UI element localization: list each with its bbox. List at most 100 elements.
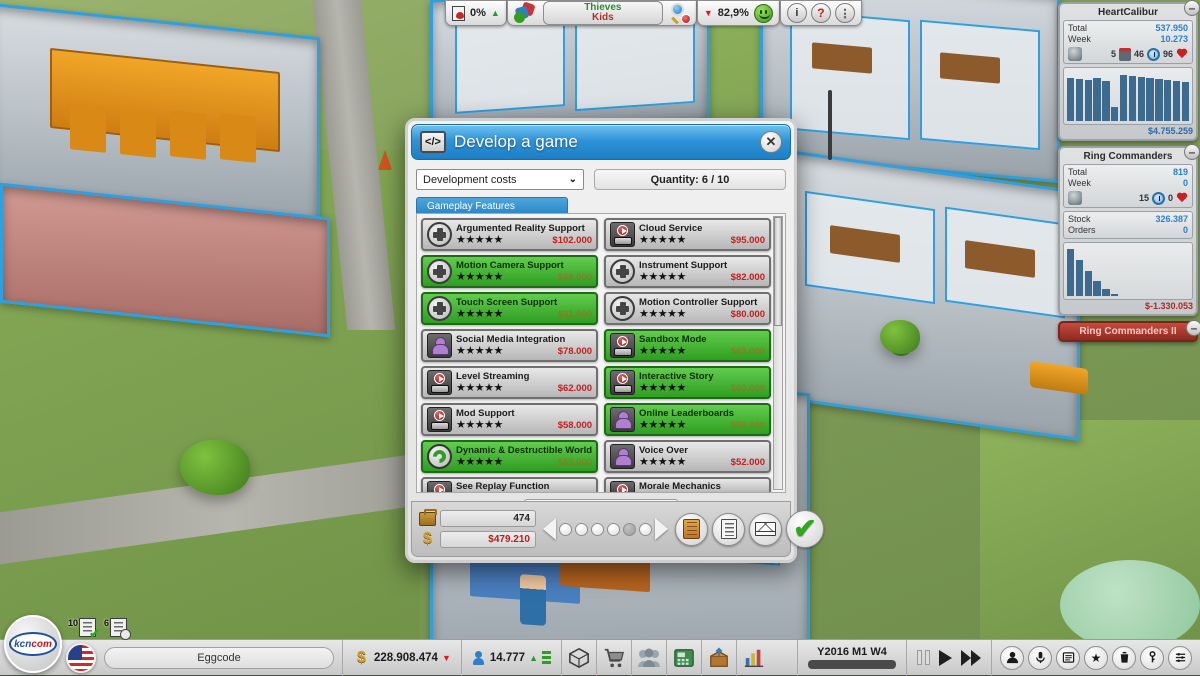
report-button[interactable] [712,512,745,546]
feature-item[interactable]: Level Streaming ★★★★★ $62.000 [421,366,599,399]
stat-value: 0 [1182,178,1188,188]
speed-controls [907,649,991,666]
info-icon[interactable]: i [786,3,807,23]
badge-tasks[interactable]: 10 ✔ [68,618,100,640]
market-trend-icon: ▼ [703,8,713,18]
feature-price: $80.000 [730,309,765,320]
feature-item[interactable]: Voice Over ★★★★★ $52.000 [604,440,771,473]
console-icon [1068,47,1082,61]
product-panel-ringcommanders[interactable]: – Ring Commanders Total 819 Week 0 15 0 … [1058,144,1200,316]
trash-icon[interactable] [1112,645,1136,670]
game-logo[interactable]: kcncom [4,615,62,673]
star-icon[interactable]: ★ [1084,645,1108,670]
collapse-icon[interactable]: – [1184,0,1200,16]
page-dot[interactable] [639,522,652,536]
product-panel-heartcalibur[interactable]: – HeartCalibur Total 537.950 Week 10.273… [1058,0,1200,141]
person-icon[interactable] [1000,645,1024,670]
page-dot[interactable] [559,522,572,536]
feature-list-scroll-area[interactable]: Argumented Reality Support ★★★★★ $102.00… [416,213,786,493]
badge-pending[interactable]: 6 [104,618,132,640]
tab-gameplay-features[interactable]: Gameplay Features [416,197,568,214]
company-indicator[interactable]: Thieves Kids [506,0,697,26]
search-icon[interactable] [670,3,691,25]
dpad-icon [610,296,636,321]
notebook-button[interactable] [675,512,708,546]
pause-button[interactable] [917,650,930,665]
feature-list-scrollbar[interactable] [773,216,783,490]
feature-rating: ★★★★★ [639,234,686,246]
page-dot[interactable] [575,522,588,536]
page-navigator [543,518,668,540]
console-icon [1068,191,1082,205]
feature-item[interactable]: Social Media Integration ★★★★★ $78.000 [421,329,599,362]
badge-count: 6 [104,618,110,628]
top-status-bar: 0% ▲ Thieves Kids ▼ 82,9% i ? ⋮ [445,0,862,26]
key-icon[interactable] [1140,645,1164,670]
phone-icon[interactable] [667,641,701,675]
us-flag-icon[interactable] [66,642,96,673]
media-icon [427,481,452,492]
quantity-display: Quantity: 6 / 10 [594,169,786,190]
feature-item[interactable]: See Replay Function [421,477,599,492]
collapse-icon[interactable]: – [1184,144,1200,160]
collapse-icon[interactable]: – [1186,320,1200,336]
money-indicator[interactable]: $ 228.908.474 ▼ [343,649,461,667]
money-icon: $ [423,530,432,547]
company-name-field[interactable]: Eggcode [104,646,334,669]
help-icon[interactable]: ? [810,3,831,23]
settings-icon[interactable] [1168,645,1192,670]
user-icon [610,444,636,469]
feature-grid: Argumented Reality Support ★★★★★ $102.00… [421,218,771,492]
week-progress-bar [808,660,896,669]
play-button[interactable] [939,649,952,666]
market-share-indicator[interactable]: ▼ 82,9% [696,0,780,26]
help-buttons-group: i ? ⋮ [779,0,862,26]
box-icon[interactable] [702,641,736,675]
clock-count: 46 [1133,49,1144,59]
page-dot[interactable] [607,522,620,536]
feature-item[interactable]: Cloud Service ★★★★★ $95.000 [604,218,771,251]
feature-price: $60.000 [730,383,765,394]
scrollbar-thumb[interactable] [774,217,782,326]
feature-item[interactable]: Mod Support ★★★★★ $58.000 [421,403,599,436]
mail-button[interactable] [749,512,782,546]
feature-rating: ★★★★★ [639,345,686,357]
confirm-button[interactable]: ✔ [786,510,824,548]
feature-item[interactable]: Motion Camera Support ★★★★★ $88.000 [421,255,599,288]
media-icon [610,370,636,395]
panel-title: Ring Commanders [1083,151,1173,162]
people-icon[interactable] [632,641,666,675]
feature-item[interactable]: Motion Controller Support ★★★★★ $80.000 [604,292,771,325]
dialog-footer: 474 $ $479.210 ✔ [411,501,824,557]
stat-label: Week [1068,178,1091,188]
feature-item[interactable]: Touch Screen Support ★★★★★ $81.000 [421,292,599,325]
research-indicator[interactable]: 0% ▲ [445,0,507,26]
feature-item[interactable]: Argumented Reality Support ★★★★★ $102.00… [421,218,599,251]
feature-item[interactable]: Online Leaderboards ★★★★★ $56.000 [604,403,771,436]
fast-forward-button[interactable] [961,649,981,666]
cart-icon[interactable] [597,641,631,675]
feature-item[interactable]: Sandbox Mode ★★★★★ $65.000 [604,329,771,362]
cost-mode-dropdown[interactable]: Development costs ⌄ [416,169,584,190]
sequel-progress-bar[interactable]: Ring Commanders II – [1058,320,1200,342]
statistics-icon[interactable] [737,641,771,675]
population-indicator[interactable]: 14.777 ▲ [462,650,561,665]
next-page-icon[interactable] [655,518,668,540]
page-dot-active[interactable] [623,522,636,536]
list-icon[interactable] [1056,645,1080,670]
menu-icon[interactable]: ⋮ [834,3,855,23]
close-icon[interactable]: ✕ [760,131,782,153]
prev-page-icon[interactable] [543,518,556,540]
feature-item[interactable]: Dynamic & Destructible World ★★★★★ $55.0… [421,440,599,473]
machine [170,110,206,160]
cube-icon[interactable] [562,641,596,675]
feature-item[interactable]: Interactive Story ★★★★★ $60.000 [604,366,771,399]
feature-item[interactable]: Morale Mechanics [604,477,771,492]
page-dot[interactable] [591,522,604,536]
microphone-icon[interactable] [1028,645,1052,670]
feature-item[interactable]: Instrument Support ★★★★★ $82.000 [604,255,771,288]
company-name-box[interactable]: Thieves Kids [542,1,663,25]
develop-game-dialog[interactable]: </> Develop a game ✕ Development costs ⌄… [405,118,824,563]
date-indicator[interactable]: Y2016 M1 W4 [798,646,906,669]
bottom-taskbar: Eggcode $ 228.908.474 ▼ 14.777 ▲ Y2016 M… [0,639,1200,676]
